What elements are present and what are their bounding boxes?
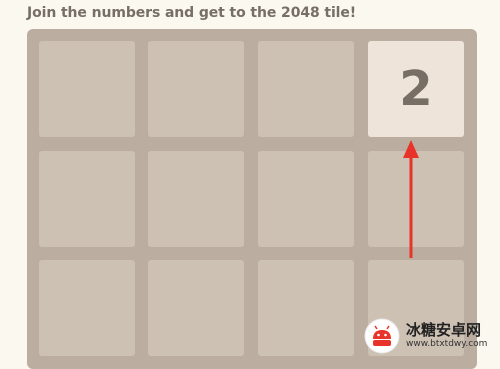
watermark-name: 冰糖安卓网 bbox=[406, 321, 482, 339]
watermark-url: www.btxtdwy.com bbox=[406, 339, 488, 349]
annotation-arrow-icon bbox=[403, 140, 419, 258]
android-logo-icon bbox=[364, 318, 400, 354]
site-watermark: 冰糖安卓网 www.btxtdwy.com bbox=[364, 318, 487, 354]
